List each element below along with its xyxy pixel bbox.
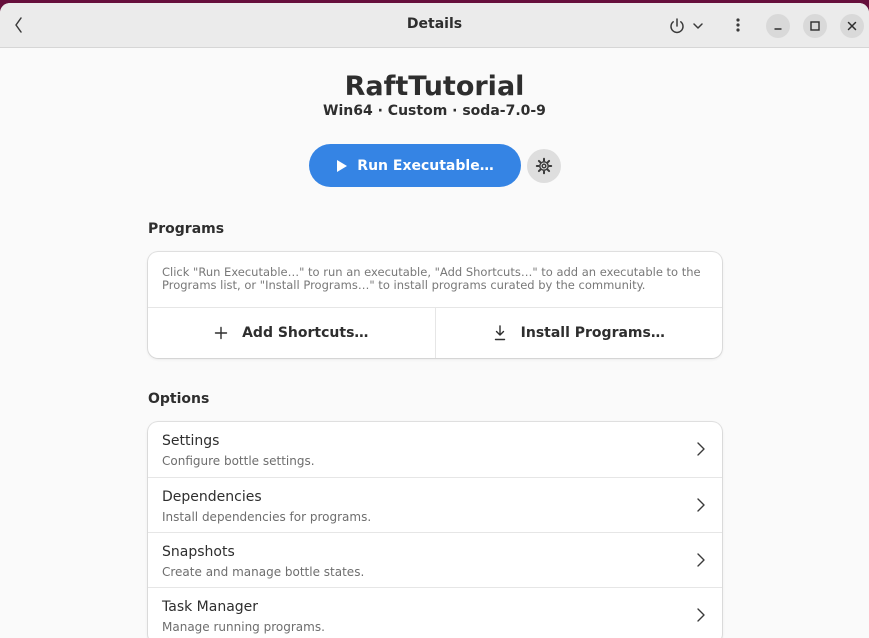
programs-section-title: Programs <box>148 221 225 237</box>
run-executable-label: Run Executable… <box>357 157 494 174</box>
chevron-down-icon <box>693 23 703 29</box>
run-executable-button[interactable]: Run Executable… <box>309 144 521 187</box>
gear-icon <box>535 157 553 175</box>
add-shortcuts-label: Add Shortcuts… <box>242 325 369 341</box>
power-icon <box>670 18 703 34</box>
play-icon <box>337 159 348 172</box>
option-subtitle: Create and manage bottle states. <box>162 565 365 579</box>
main-menu-button[interactable] <box>730 15 746 35</box>
option-row-settings[interactable]: Settings Configure bottle settings. <box>148 422 722 477</box>
install-programs-button[interactable]: Install Programs… <box>434 308 723 358</box>
power-menu-button[interactable] <box>668 16 708 36</box>
programs-card: Click "Run Executable…" to run an execut… <box>148 252 722 358</box>
chevron-right-icon <box>697 608 705 622</box>
minimize-button[interactable] <box>766 14 790 38</box>
bottles-details-window: Details RaftTutorial Win64 · Custom · so… <box>0 3 869 638</box>
option-title: Snapshots <box>162 544 235 560</box>
download-icon <box>494 325 505 341</box>
run-options-button[interactable] <box>527 149 561 183</box>
chevron-right-icon <box>697 442 705 456</box>
maximize-button[interactable] <box>803 14 827 38</box>
bottle-subtitle: Win64 · Custom · soda-7.0-9 <box>323 103 546 119</box>
programs-hint: Click "Run Executable…" to run an execut… <box>162 265 701 292</box>
header-bar: Details <box>0 3 869 48</box>
add-shortcuts-button[interactable]: Add Shortcuts… <box>148 308 435 358</box>
chevron-right-icon <box>697 553 705 567</box>
option-subtitle: Install dependencies for programs. <box>162 510 372 524</box>
option-row-task-manager[interactable]: Task Manager Manage running programs. <box>148 587 722 638</box>
chevron-right-icon <box>697 498 705 512</box>
maximize-icon <box>810 21 820 31</box>
option-row-dependencies[interactable]: Dependencies Install dependencies for pr… <box>148 477 722 532</box>
option-title: Dependencies <box>162 489 262 505</box>
close-icon <box>847 21 857 31</box>
close-button[interactable] <box>840 14 864 38</box>
option-subtitle: Manage running programs. <box>162 620 325 634</box>
option-subtitle: Configure bottle settings. <box>162 454 315 468</box>
vertical-dots-icon <box>736 18 740 32</box>
options-section-title: Options <box>148 391 210 407</box>
programs-actions: Add Shortcuts… Install Programs… <box>148 307 722 358</box>
option-title: Task Manager <box>162 599 259 615</box>
install-programs-label: Install Programs… <box>520 325 665 341</box>
minimize-icon <box>774 28 782 30</box>
bottle-name: RaftTutorial <box>344 71 525 102</box>
option-row-snapshots[interactable]: Snapshots Create and manage bottle state… <box>148 532 722 587</box>
plus-icon <box>214 326 228 340</box>
options-card: Settings Configure bottle settings. Depe… <box>148 422 722 638</box>
option-title: Settings <box>162 433 220 449</box>
